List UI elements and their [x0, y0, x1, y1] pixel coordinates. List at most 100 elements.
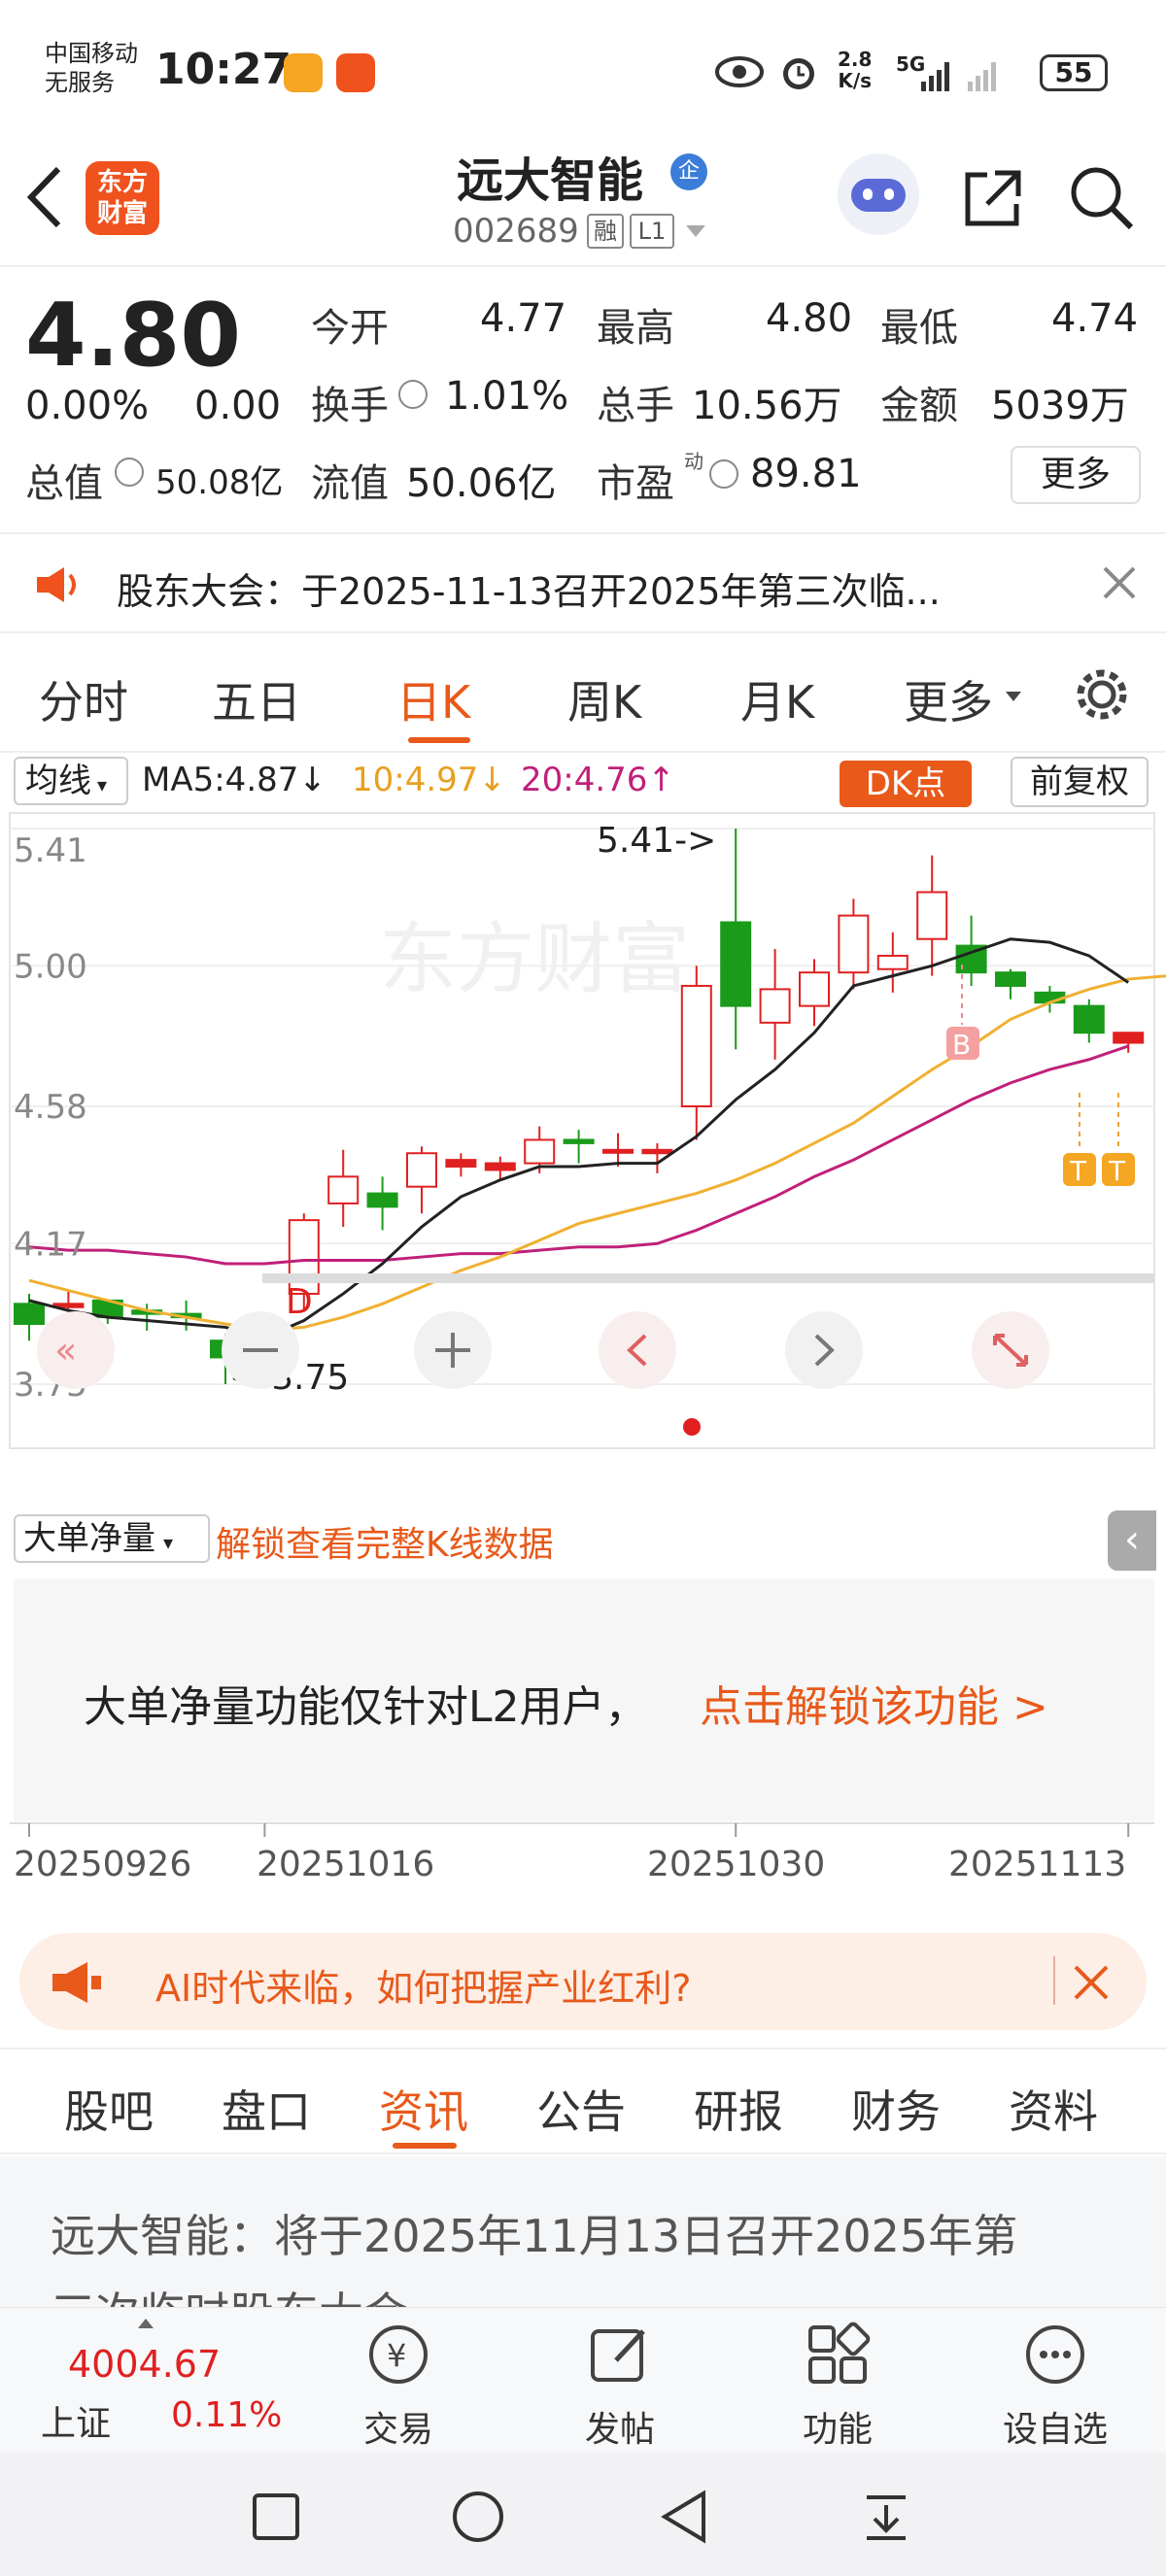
recent-apps-icon[interactable] [251, 2491, 301, 2542]
collapse-panel-button[interactable]: ‹ [1108, 1510, 1156, 1571]
l2-locked-panel: 大单净量功能仅针对L2用户， 点击解锁该功能 > [14, 1578, 1154, 1821]
logo-text: 财富 [96, 199, 148, 228]
tab-announcements[interactable]: 公告 [536, 2077, 626, 2141]
chart-tabs: 分时 五日 日K 周K 月K 更多 [0, 636, 1166, 753]
indicator-selector[interactable]: 大单净量 ▾ [14, 1514, 210, 1563]
stock-code: 002689 [453, 212, 579, 251]
back-icon[interactable] [657, 2490, 709, 2544]
news-headline-line1: 远大智能：将于2025年11月13日召开2025年第 [51, 2210, 1018, 2262]
info-tabs: 股吧 盘口 资讯 公告 研报 财务 资料 [0, 2048, 1166, 2154]
max-price-annotation: 5.41-> [597, 821, 716, 861]
pe-dynamic-mark: 动 [684, 450, 703, 473]
clock: 10:27 [155, 45, 292, 94]
margin-tag: 融 [587, 214, 624, 249]
add-watchlist-button[interactable]: 设自选 [977, 2401, 1133, 2452]
low-value: 4.74 [1051, 296, 1139, 341]
ai-assistant-icon[interactable] [838, 153, 919, 235]
open-label: 今开 [311, 306, 389, 351]
notice-text: 股东大会：于2025-11-13召开2025年第三次临... [117, 570, 941, 613]
eastmoney-logo[interactable]: 东方 财富 [86, 161, 159, 235]
bottom-toolbar: 4004.67 上证 0.11% ¥ 交易 发帖 功能 设自选 [0, 2307, 1166, 2453]
amount-value: 5039万 [991, 384, 1129, 428]
tab-intraday[interactable]: 分时 [39, 667, 128, 731]
candlestick-chart[interactable]: 东方财富 5.415.004.584.173.75 5.41-> <-3.75 … [0, 811, 1166, 1452]
net-speed-unit: K/s [838, 69, 873, 92]
download-drawer-icon[interactable] [861, 2491, 911, 2542]
candle [406, 1152, 437, 1188]
functions-button[interactable]: 功能 [760, 2401, 915, 2452]
chevron-down-icon[interactable] [684, 223, 707, 239]
unlock-kline-link[interactable]: 解锁查看完整K线数据 [216, 1516, 554, 1567]
marker-t: T [1069, 1155, 1087, 1187]
trade-button[interactable]: 交易 [321, 2401, 476, 2452]
ad-banner[interactable]: AI时代来临，如何把握产业红利? [19, 1933, 1147, 2030]
y-tick-label: 5.00 [14, 947, 87, 986]
home-icon[interactable] [451, 2490, 505, 2544]
tab-weekly-k[interactable]: 周K [567, 667, 641, 731]
tab-news[interactable]: 资讯 [379, 2077, 468, 2141]
high-value: 4.80 [766, 296, 853, 341]
dk-point-button[interactable]: DK点 [840, 761, 972, 807]
info-icon[interactable] [398, 380, 428, 409]
l2-unlock-link[interactable]: 点击解锁该功能 > [700, 1672, 1048, 1734]
candle [366, 1192, 398, 1208]
candle [916, 891, 948, 940]
index-change: 0.11% [171, 2395, 283, 2435]
active-tab-indicator [408, 737, 470, 743]
more-button[interactable]: 更多 [1011, 446, 1141, 504]
indicator-selector-label: 大单净量 [23, 1519, 155, 1558]
x-axis: 20250926 20251016 20251030 20251113 [10, 1822, 1154, 1884]
ma20-value: 20:4.76↑ [521, 761, 675, 799]
close-icon[interactable] [1073, 1964, 1110, 2001]
net-speed-value: 2.8 [838, 48, 873, 71]
volume-value: 10.56万 [692, 384, 842, 428]
adjust-button[interactable]: 前复权 [1011, 757, 1149, 807]
pe-label: 市盈 [597, 461, 674, 506]
logo-text: 东方 [96, 168, 148, 197]
chevron-down-icon: ▾ [163, 1531, 174, 1554]
post-button[interactable]: 发帖 [542, 2401, 698, 2452]
speaker-icon [37, 567, 76, 602]
tab-research[interactable]: 研报 [694, 2077, 783, 2141]
x-tick-label: 20251030 [647, 1845, 825, 1884]
tab-profile[interactable]: 资料 [1009, 2077, 1098, 2141]
close-icon[interactable] [1102, 565, 1137, 600]
tab-forum[interactable]: 股吧 [64, 2077, 154, 2141]
share-icon[interactable] [958, 165, 1026, 233]
tab-order-book[interactable]: 盘口 [222, 2077, 311, 2141]
battery-icon: 55 [1040, 54, 1108, 91]
candle [1073, 1004, 1105, 1034]
turnover-value: 1.01% [445, 374, 569, 419]
x-tick-label: 20250926 [14, 1845, 191, 1884]
candle [680, 984, 712, 1108]
next-button [785, 1311, 863, 1389]
tab-monthly-k[interactable]: 月K [740, 667, 814, 731]
compose-icon[interactable] [587, 2322, 653, 2388]
apps-grid-icon[interactable] [805, 2322, 871, 2388]
candle [602, 1148, 634, 1154]
more-dots-icon[interactable] [1022, 2322, 1088, 2388]
tab-more[interactable]: 更多 [904, 667, 993, 731]
signal-icon [921, 62, 996, 91]
candle [563, 1138, 595, 1144]
open-value: 4.77 [480, 296, 567, 341]
volume-label: 总手 [597, 384, 674, 428]
back-arrow-icon[interactable] [23, 163, 66, 231]
kline-chart-area: 均线 ▾ MA5:4.87↓ 10:4.97↓ 20:4.76↑ DK点 前复权 … [0, 753, 1166, 1914]
tab-daily-k[interactable]: 日K [396, 667, 470, 731]
notice-bar[interactable]: 股东大会：于2025-11-13召开2025年第三次临... [0, 532, 1166, 633]
current-price: 4.80 [25, 285, 242, 387]
search-icon[interactable] [1067, 163, 1137, 233]
stock-header: 东方 财富 远大智能 企 002689 融 L1 [0, 136, 1166, 267]
tab-five-day[interactable]: 五日 [212, 667, 301, 731]
index-value[interactable]: 4004.67 [68, 2343, 221, 2386]
amount-label: 金额 [880, 384, 958, 428]
news-item[interactable]: 远大智能：将于2025年11月13日召开2025年第 三次临时股东大会 [0, 2156, 1166, 2307]
tab-financials[interactable]: 财务 [851, 2077, 941, 2141]
info-icon[interactable] [709, 459, 738, 489]
info-icon[interactable] [115, 458, 144, 487]
ma-selector[interactable]: 均线 ▾ [14, 757, 128, 805]
trade-icon[interactable]: ¥ [365, 2322, 431, 2388]
settings-gear-icon[interactable] [1073, 665, 1131, 724]
market-cap-label: 总值 [25, 461, 103, 506]
